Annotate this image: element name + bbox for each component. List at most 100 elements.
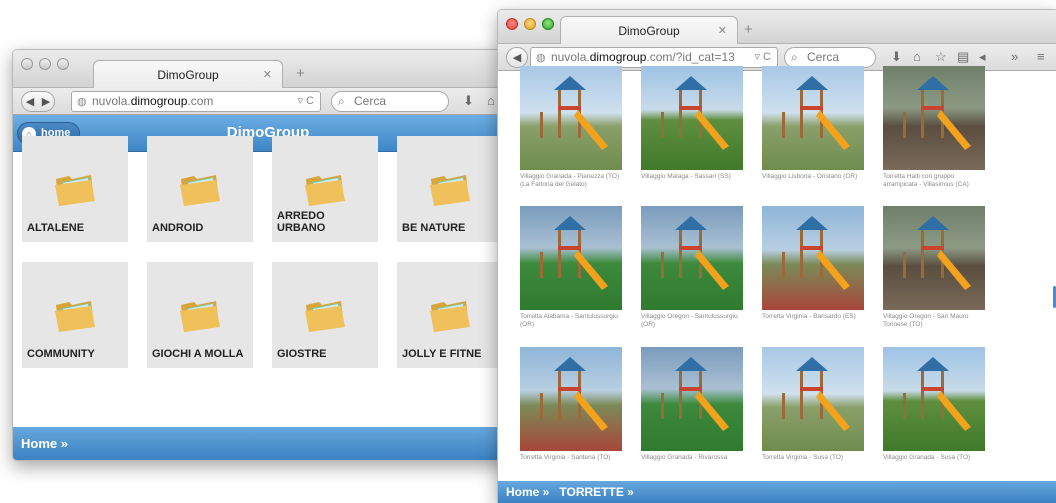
playground-photo[interactable] <box>520 347 622 451</box>
playground-photo[interactable] <box>520 66 622 170</box>
playground-photo[interactable] <box>762 66 864 170</box>
photo-caption: Villaggio Granada - Rivarossa <box>641 454 728 461</box>
breadcrumb-home[interactable]: Home » <box>21 436 68 451</box>
window-controls <box>21 58 69 70</box>
photo-thumbnail[interactable]: Villaggio Granada - Pianezza (TO) (La Fa… <box>510 66 622 201</box>
playground-photo[interactable] <box>883 66 985 170</box>
photo-thumbnail[interactable]: Villaggio Lisbona - Oristano (OR) <box>752 66 864 201</box>
browser-tab[interactable]: DimoGroup ✕ <box>560 16 738 45</box>
folder-tile[interactable]: ARREDO URBANO <box>272 136 378 242</box>
folder-tile[interactable]: ALTALENE <box>22 136 128 242</box>
overflow-icon[interactable]: » <box>1011 50 1018 64</box>
back-button[interactable]: ◀ <box>506 47 528 68</box>
playground-image <box>782 76 850 150</box>
playground-photo[interactable] <box>762 347 864 451</box>
folder-icon <box>430 301 470 332</box>
url-suffix: .com/?id_cat=13 <box>646 50 735 64</box>
reload-icon[interactable]: ▿ C <box>297 92 314 111</box>
tab-close-icon[interactable]: ✕ <box>263 61 272 89</box>
folder-icon <box>180 301 220 332</box>
tab-title: DimoGroup <box>157 68 219 82</box>
share-icon[interactable]: ◂ <box>979 50 986 64</box>
photo-thumbnail[interactable]: Villaggio Granada - Susa (TO) <box>873 347 985 470</box>
folder-tile[interactable]: COMMUNITY <box>22 262 128 368</box>
folder-label: COMMUNITY <box>27 348 95 360</box>
zoom-window-button[interactable] <box>542 18 554 30</box>
url-domain: dimogroup <box>589 50 647 64</box>
photo-thumbnail[interactable]: Torretta Virginia - Santena (TO) <box>510 347 622 470</box>
playground-photo[interactable] <box>641 66 743 170</box>
playground-photo[interactable] <box>883 347 985 451</box>
photo-caption: Torretta Alabama - Santulussurgiu (OR) <box>520 313 618 328</box>
new-tab-icon[interactable]: + <box>296 65 305 82</box>
photo-thumbnail[interactable]: Torretta Haiti con gruppo arrampicata - … <box>873 66 985 201</box>
reading-list-icon[interactable]: ▤ <box>957 50 969 64</box>
folder-grid: ALTALENE ANDROID ARREDO URBANO BE NATURE COM… <box>22 136 512 384</box>
close-window-button[interactable] <box>21 58 33 70</box>
minimize-window-button[interactable] <box>39 58 51 70</box>
breadcrumb-current[interactable]: TORRETTE » <box>559 485 633 499</box>
bookmark-star-icon[interactable]: ☆ <box>935 50 947 64</box>
folder-tile[interactable]: GIOCHI A MOLLA <box>147 262 253 368</box>
tab-close-icon[interactable]: ✕ <box>718 17 727 45</box>
browser-tab[interactable]: DimoGroup ✕ <box>93 60 283 89</box>
reload-icon[interactable]: ▿ C <box>754 48 771 67</box>
photo-caption: Villaggio Lisbona - Oristano (OR) <box>762 173 858 180</box>
url-domain: dimogroup <box>130 94 188 108</box>
playground-image <box>903 216 971 290</box>
minimize-window-button[interactable] <box>524 18 536 30</box>
folder-icon <box>55 175 95 206</box>
photo-caption: Torretta Haiti con gruppo arrampicata - … <box>883 173 969 188</box>
address-bar[interactable]: ◍ nuvola.dimogroup.com/?id_cat=13 ▿ C <box>530 47 778 68</box>
folder-icon <box>180 175 220 206</box>
photo-thumbnail[interactable]: Villaggio Malaga - Sassari (SS) <box>631 66 743 201</box>
folder-label: GIOCHI A MOLLA <box>152 348 244 360</box>
download-icon[interactable]: ⬇ <box>463 94 474 108</box>
breadcrumb: Home » TORRETTE » <box>498 481 1056 503</box>
folder-tile[interactable]: BE NATURE <box>397 136 503 242</box>
photo-thumbnail[interactable]: Torretta Virginia - Susa (TO) <box>752 347 864 470</box>
folder-tile[interactable]: JOLLY E FITNE <box>397 262 503 368</box>
folder-tile[interactable]: GIOSTRE <box>272 262 378 368</box>
address-bar[interactable]: ◍ nuvola.dimogroup.com ▿ C <box>71 91 321 112</box>
photo-caption: Villaggio Oregon - San Mauro Torinese (T… <box>883 313 969 328</box>
search-icon: ⌕ <box>791 50 798 64</box>
search-input[interactable]: ⌕ Cerca <box>331 91 449 112</box>
playground-image <box>782 357 850 431</box>
photo-caption: Villaggio Oregon - Santulussurgiu (OR) <box>641 313 738 328</box>
folder-tile[interactable]: ANDROID <box>147 136 253 242</box>
download-icon[interactable]: ⬇ <box>891 50 902 64</box>
folder-label: ALTALENE <box>27 222 85 234</box>
photo-thumbnail[interactable]: Villaggio Granada - Rivarossa <box>631 347 743 470</box>
playground-image <box>540 216 608 290</box>
back-icon[interactable]: ◀ <box>26 95 34 108</box>
photo-grid: Villaggio Granada - Pianezza (TO) (La Fa… <box>510 66 1054 470</box>
folder-label: ANDROID <box>152 222 204 234</box>
photo-thumbnail[interactable]: Torretta Virginia - Barisardo (ES) <box>752 206 864 341</box>
back-icon[interactable]: ◀ <box>513 51 521 64</box>
breadcrumb-home[interactable]: Home » <box>506 485 549 499</box>
tab-title: DimoGroup <box>618 24 680 38</box>
playground-photo[interactable] <box>641 206 743 310</box>
home-icon[interactable]: ⌂ <box>487 94 495 108</box>
playground-photo[interactable] <box>883 206 985 310</box>
back-forward-buttons[interactable]: ◀ ▶ <box>21 91 55 112</box>
zoom-window-button[interactable] <box>57 58 69 70</box>
playground-photo[interactable] <box>641 347 743 451</box>
folder-icon <box>55 301 95 332</box>
breadcrumb: Home » <box>13 427 523 460</box>
playground-image <box>661 357 729 431</box>
playground-image <box>661 76 729 150</box>
home-icon[interactable]: ⌂ <box>913 50 921 64</box>
photo-caption: Villaggio Malaga - Sassari (SS) <box>641 173 731 180</box>
forward-icon[interactable]: ▶ <box>42 95 50 108</box>
menu-icon[interactable]: ≡ <box>1037 50 1045 64</box>
playground-photo[interactable] <box>520 206 622 310</box>
playground-photo[interactable] <box>762 206 864 310</box>
search-input[interactable]: ⌕ Cerca <box>784 47 876 68</box>
close-window-button[interactable] <box>506 18 518 30</box>
new-tab-icon[interactable]: + <box>744 21 753 38</box>
photo-thumbnail[interactable]: Torretta Alabama - Santulussurgiu (OR) <box>510 206 622 341</box>
photo-thumbnail[interactable]: Villaggio Oregon - Santulussurgiu (OR) <box>631 206 743 341</box>
photo-thumbnail[interactable]: Villaggio Oregon - San Mauro Torinese (T… <box>873 206 985 341</box>
